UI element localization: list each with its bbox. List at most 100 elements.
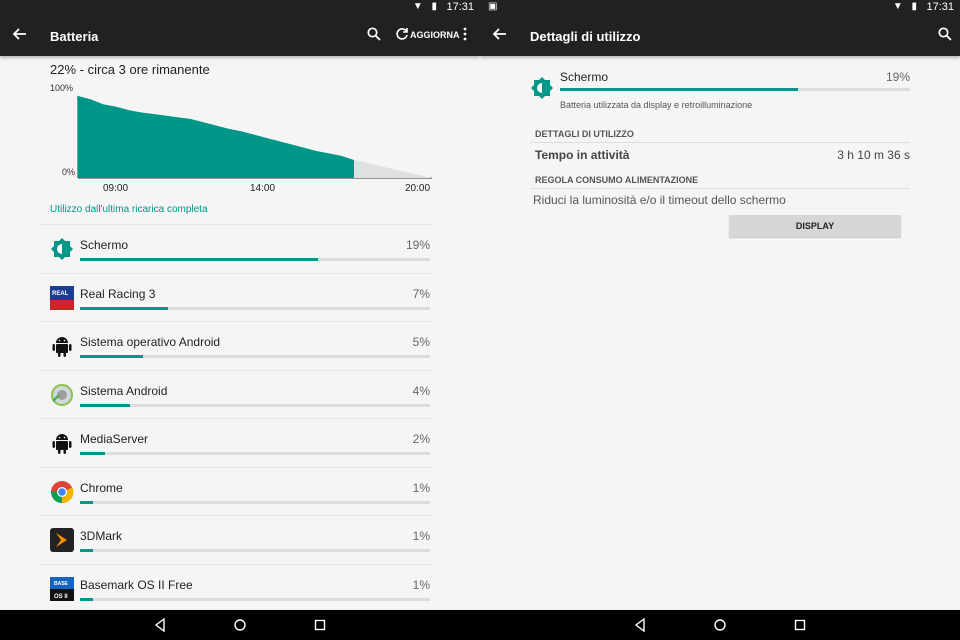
app-name: Sistema operativo Android: [80, 335, 221, 349]
x-label-2000: 20:00: [405, 183, 430, 194]
usage-details-header: DETTAGLI DI UTILIZZO: [535, 129, 634, 139]
app-name: Basemark OS II Free: [80, 577, 193, 592]
app-percent: 4%: [412, 383, 430, 398]
list-item[interactable]: Schermo 19%: [40, 224, 432, 273]
usage-bar: [80, 452, 430, 455]
app-description: Batteria utilizzata da display e retroil…: [560, 100, 753, 110]
usage-bar-fill: [80, 549, 93, 552]
battery-content: 22% - circa 3 ore rimanente 100% 0% 09:0…: [0, 56, 480, 610]
usage-bar-fill: [80, 306, 168, 310]
display-button[interactable]: DISPLAY: [729, 215, 901, 237]
active-time-value: 3 h 10 m 36 s: [837, 148, 910, 162]
search-icon[interactable]: [366, 26, 382, 42]
usage-bar: [560, 88, 910, 91]
refresh-button[interactable]: AGGIORNA: [410, 30, 460, 40]
real-racing-icon: REAL: [50, 285, 74, 310]
search-icon[interactable]: [937, 26, 953, 42]
brightness-icon: [531, 77, 553, 99]
x-label-1400: 14:00: [250, 183, 275, 194]
app-bar: Dettagli di utilizzo: [480, 16, 960, 56]
usage-bar-fill: [80, 258, 318, 261]
racing-badge: REAL: [52, 291, 69, 297]
app-percent: 7%: [412, 286, 430, 301]
usage-bar-fill: [80, 403, 131, 407]
basemark-badge-top: BASE: [54, 581, 69, 587]
usage-bar: [80, 306, 430, 310]
app-name: 3DMark: [80, 529, 123, 543]
home-nav-icon[interactable]: [712, 617, 728, 633]
status-time: 17:31: [446, 1, 474, 13]
list-item[interactable]: Sistema Android 4%: [40, 369, 432, 419]
app-percent: 19%: [885, 70, 910, 84]
app-name: Schermo: [560, 70, 609, 84]
wifi-battery-icons: ▼ ▮: [412, 1, 440, 12]
status-bar: ▼ ▮ 17:31: [0, 0, 480, 16]
back-arrow-icon[interactable]: [10, 24, 30, 44]
chrome-icon: [51, 480, 74, 503]
recents-nav-icon[interactable]: [312, 617, 328, 633]
usage-bar-fill: [80, 452, 106, 455]
list-item[interactable]: Chrome 1%: [40, 466, 432, 516]
navigation-bar: [0, 610, 960, 640]
app-name: Chrome: [80, 480, 123, 495]
refresh-icon[interactable]: [394, 26, 410, 42]
usage-bar-fill: [80, 500, 93, 504]
app-bar: Batteria AGGIORNA: [0, 16, 480, 56]
list-item[interactable]: REAL Real Racing 3 7%: [40, 272, 432, 322]
status-time: 17:31: [926, 1, 954, 13]
battery-projection-area: [354, 159, 432, 178]
battery-history-chart: 100% 0% 09:00 14:00 20:00: [50, 83, 432, 194]
basemark-icon: BASE OS II: [50, 576, 74, 601]
app-percent: 1%: [412, 529, 430, 543]
app-percent: 1%: [412, 577, 430, 592]
usage-details-panel: ▣ ▼ ▮ 17:31 Dettagli di utilizzo Schermo…: [480, 0, 960, 610]
app-percent: 19%: [405, 238, 430, 252]
usage-list: Schermo 19% REAL Real Racing 3 7% Sistem…: [40, 224, 432, 610]
battery-summary: 22% - circa 3 ore rimanente: [50, 62, 210, 77]
list-item[interactable]: 3DMark 1%: [40, 515, 432, 564]
app-percent: 2%: [412, 432, 430, 446]
usage-bar-fill: [80, 355, 143, 358]
section-caption: Utilizzo dall'ultima ricarica completa: [50, 204, 208, 215]
screenshot-notification-icon: ▣: [488, 1, 498, 12]
y-label-bottom: 0%: [62, 167, 75, 177]
app-percent: 1%: [412, 480, 430, 495]
usage-bar: [80, 500, 430, 504]
divider: [530, 142, 910, 143]
list-item[interactable]: Sistema operativo Android 5%: [40, 321, 432, 370]
app-percent: 5%: [412, 335, 430, 349]
back-arrow-icon[interactable]: [490, 24, 510, 44]
app-name: Sistema Android: [80, 383, 168, 398]
android-robot-icon: [52, 337, 72, 357]
usage-bar: [80, 549, 430, 552]
x-label-0900: 09:00: [103, 183, 128, 194]
3dmark-icon: [50, 528, 74, 552]
divider: [530, 188, 910, 189]
active-time-label: Tempo in attività: [535, 148, 630, 162]
usage-bar: [80, 258, 430, 261]
details-content: Schermo 19% Batteria utilizzata da displ…: [480, 56, 960, 610]
power-settings-header: REGOLA CONSUMO ALIMENTAZIONE: [535, 175, 699, 185]
list-item[interactable]: MediaServer 2%: [40, 418, 432, 467]
basemark-badge: OS II: [54, 594, 68, 600]
page-title: Dettagli di utilizzo: [530, 29, 641, 44]
y-label-top: 100%: [50, 83, 73, 93]
recents-nav-icon[interactable]: [792, 617, 808, 633]
battery-panel: ▼ ▮ 17:31 Batteria AGGIORNA 22% - circa …: [0, 0, 480, 610]
battery-level-area: [78, 96, 354, 178]
home-nav-icon[interactable]: [232, 617, 248, 633]
usage-bar-fill: [560, 88, 798, 91]
usage-bar: [80, 403, 430, 407]
brightness-icon: [51, 238, 73, 260]
wifi-battery-icons: ▼ ▮: [892, 1, 920, 12]
overflow-menu-icon[interactable]: [457, 26, 473, 42]
app-usage-header: Schermo 19% Batteria utilizzata da displ…: [530, 68, 910, 118]
back-nav-icon[interactable]: [152, 617, 168, 633]
app-name: Schermo: [80, 238, 129, 252]
list-item[interactable]: BASE OS II Basemark OS II Free 1%: [40, 563, 432, 611]
back-nav-icon[interactable]: [632, 617, 648, 633]
app-name: MediaServer: [80, 432, 149, 446]
android-system-icon: [51, 383, 73, 406]
usage-bar-fill: [80, 597, 93, 601]
usage-bar: [80, 597, 430, 601]
